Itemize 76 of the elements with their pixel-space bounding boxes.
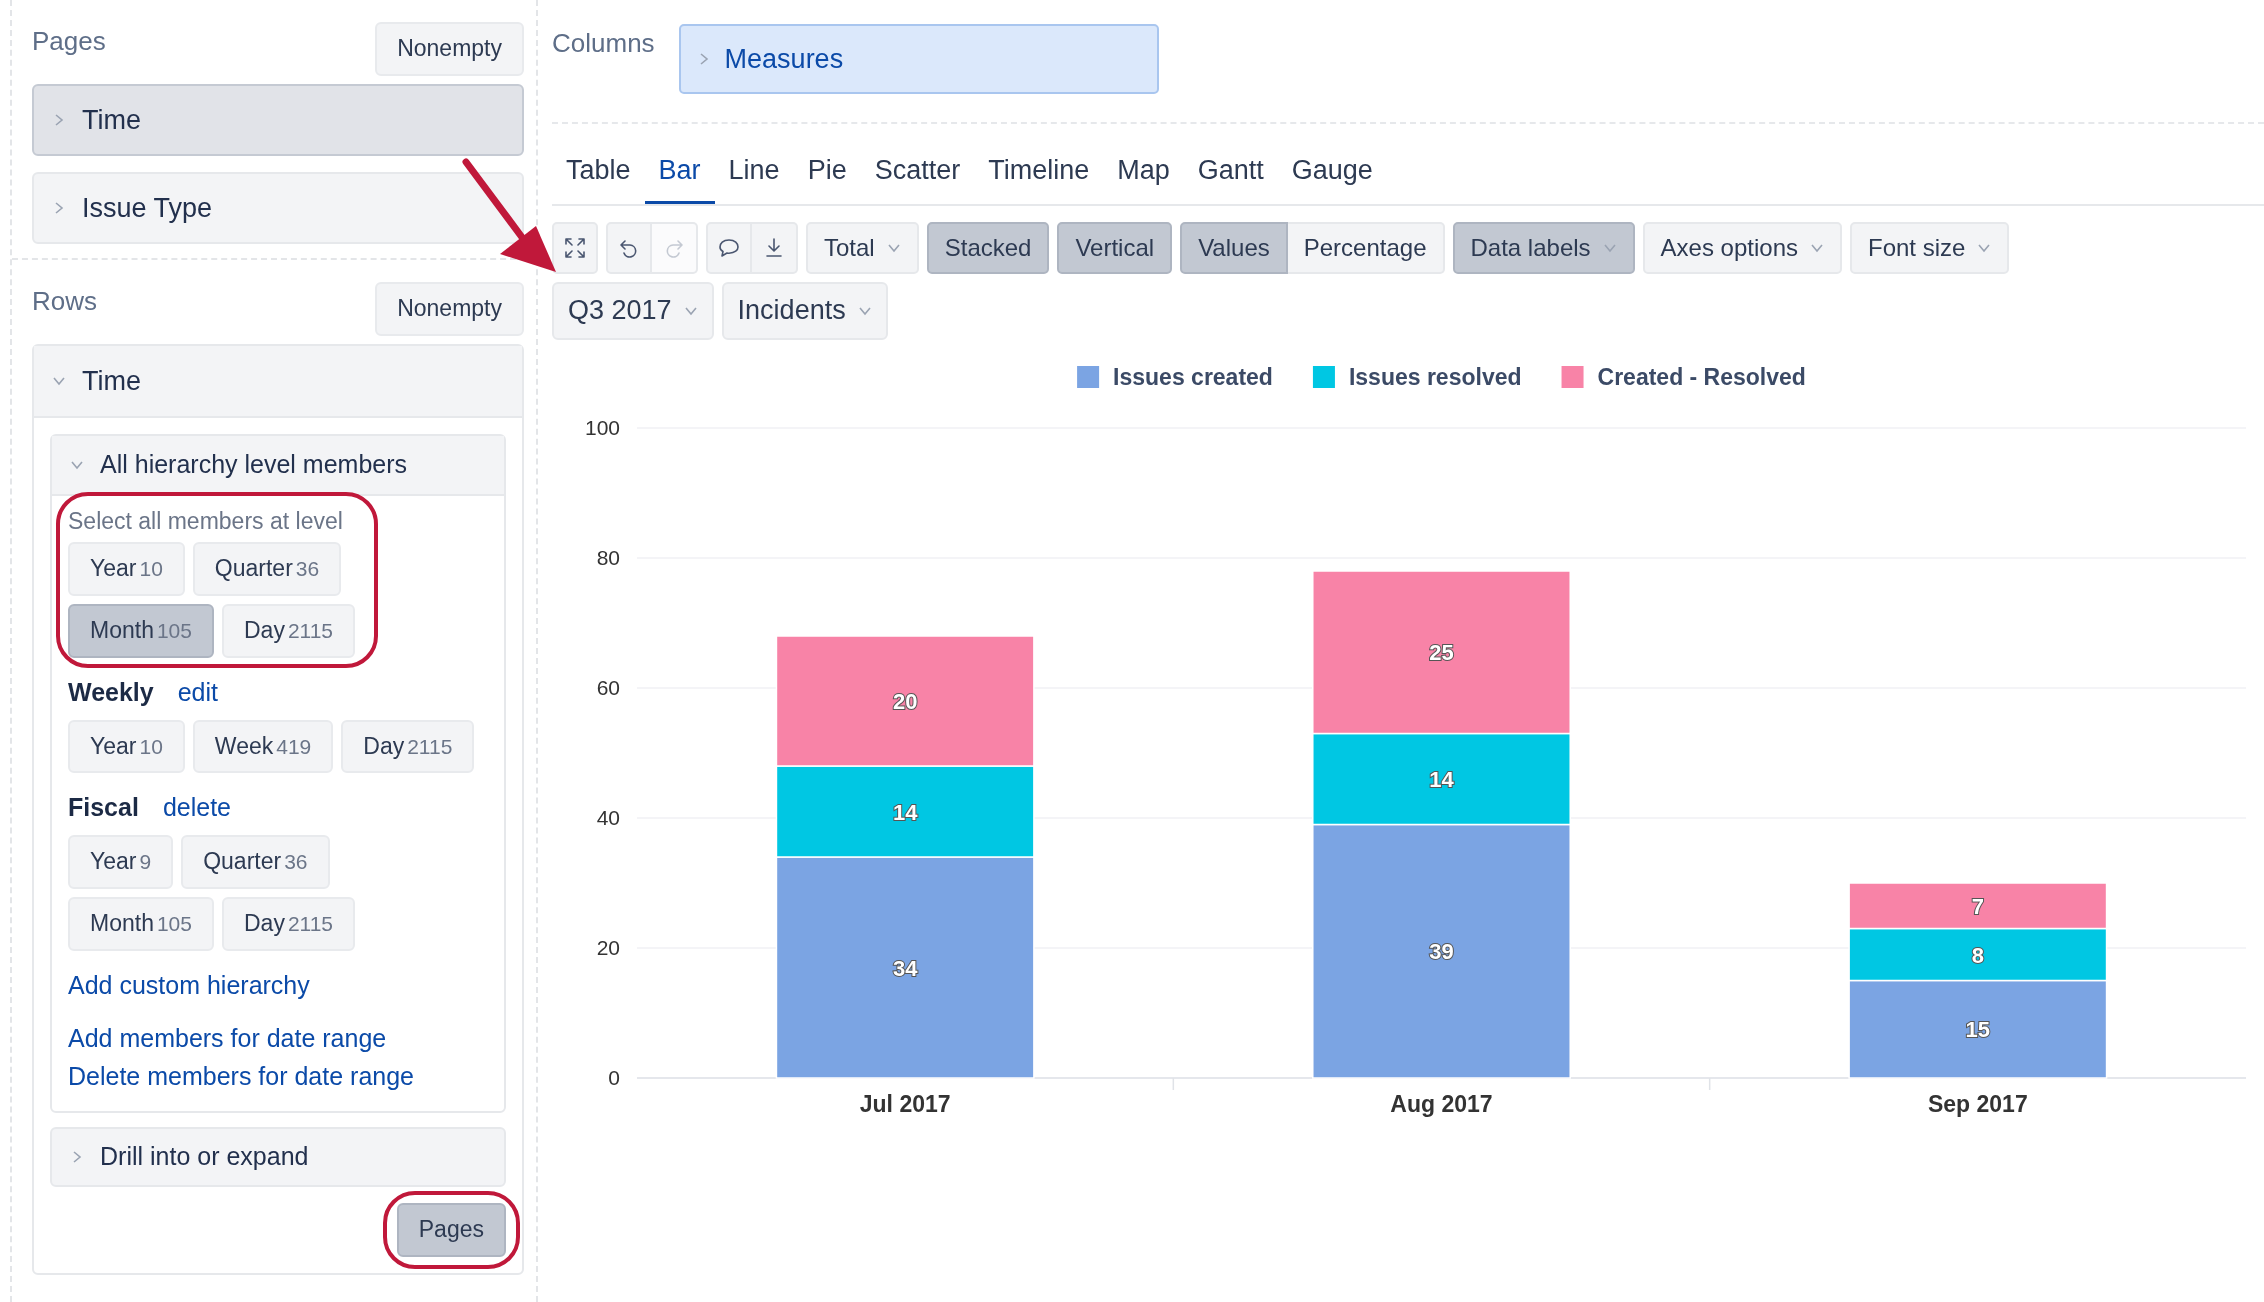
axis-tick-label: 100 [584,415,620,439]
category-label: Aug 2017 [1390,1090,1493,1117]
axis-tick-label: 60 [596,675,620,699]
dimension-header[interactable]: Issue Type [32,171,524,244]
action-link[interactable]: Add custom hierarchy [68,966,488,1005]
data-label: 7 [1971,893,1984,919]
level-button[interactable]: Day2115 [222,896,356,951]
axis-tick-label: 0 [608,1065,620,1089]
section-title: Pages [32,25,106,58]
legend-label: Created - Resolved [1597,363,1806,390]
undo-button[interactable] [606,221,652,274]
level-button[interactable]: Quarter36 [181,834,330,889]
level-button[interactable]: Day2115 [222,604,356,659]
filter-dropdown[interactable]: Q3 2017 [552,281,714,340]
comment-button[interactable] [706,221,752,274]
section-title: Rows [32,284,97,318]
axis-tick-label: 20 [596,935,620,959]
level-button[interactable]: Year 10 [68,542,185,597]
action-link[interactable]: Add members for date range [68,1020,488,1058]
dimension-header[interactable]: All hierarchy level members [52,435,504,496]
level-button[interactable]: Year9 [68,834,174,889]
nonempty-button[interactable]: Nonempty [375,281,524,336]
toggle-button[interactable]: Vertical [1057,221,1173,274]
level-button[interactable]: Month 105 [68,604,214,659]
category-label: Jul 2017 [859,1090,951,1117]
hierarchy-action-link[interactable]: delete [162,789,231,827]
view-tab[interactable]: Bar [644,140,715,204]
view-tab[interactable]: Timeline [974,140,1104,204]
data-label: 14 [1429,766,1454,792]
pages-button[interactable]: Pages [396,1203,506,1258]
axis-tick-label: 80 [596,545,620,569]
expand-button[interactable] [552,221,598,274]
dropdown-button[interactable]: Data labels [1452,221,1635,274]
dimension-header[interactable]: Time [34,345,522,418]
filter-dropdown[interactable]: Incidents [721,281,888,340]
level-button[interactable]: Week419 [192,719,334,774]
view-tab[interactable]: Gantt [1183,140,1278,204]
level-button[interactable]: Quarter36 [192,542,342,597]
action-link[interactable]: Delete members for date range [68,1057,488,1096]
hierarchy-action-link[interactable]: edit [177,674,219,712]
level-button[interactable]: Day2115 [341,719,475,774]
toggle-button[interactable]: Stacked [926,221,1050,274]
level-button[interactable]: Year 10 [68,719,185,774]
view-tab[interactable]: Scatter [860,140,975,204]
download-button[interactable] [752,221,798,274]
data-label: 14 [892,799,918,824]
dropdown-button[interactable]: Font size [1850,221,2010,274]
data-label: 39 [1429,938,1454,964]
data-label: 8 [1971,942,1984,967]
dropdown-button[interactable]: Axes options [1642,221,1842,274]
expand-icon [563,235,587,260]
axis-tick-label: 40 [596,805,620,829]
toggle-button[interactable]: Values [1180,221,1288,274]
measures-item[interactable]: Measures [678,24,1159,94]
section-title: Columns [552,27,655,60]
data-label: 15 [1965,1016,1991,1042]
data-label: 25 [1429,639,1454,665]
view-tab[interactable]: Table [552,140,645,204]
level-button[interactable]: Month 105 [68,896,214,951]
dropdown-button[interactable]: Total [806,221,919,274]
hierarchy-name: Weekly [68,677,154,709]
nonempty-button[interactable]: Nonempty [375,22,524,76]
toggle-button[interactable]: Percentage [1287,221,1445,274]
hint-text: Select all members at level [68,506,344,536]
view-tab[interactable]: Pie [793,140,861,204]
view-tab[interactable]: Line [714,140,794,204]
view-tab[interactable]: Map [1103,140,1184,204]
category-label: Sep 2017 [1927,1090,2028,1117]
data-label: 34 [892,955,918,980]
data-label: 20 [892,688,918,714]
legend-label: Issues resolved [1348,363,1522,390]
view-tab[interactable]: Gauge [1277,140,1387,204]
dimension-header[interactable]: Time [32,83,524,156]
legend-label: Issues created [1113,363,1273,390]
hierarchy-name: Fiscal [68,792,139,824]
dimension-header[interactable]: Drill into or expand [50,1127,506,1188]
